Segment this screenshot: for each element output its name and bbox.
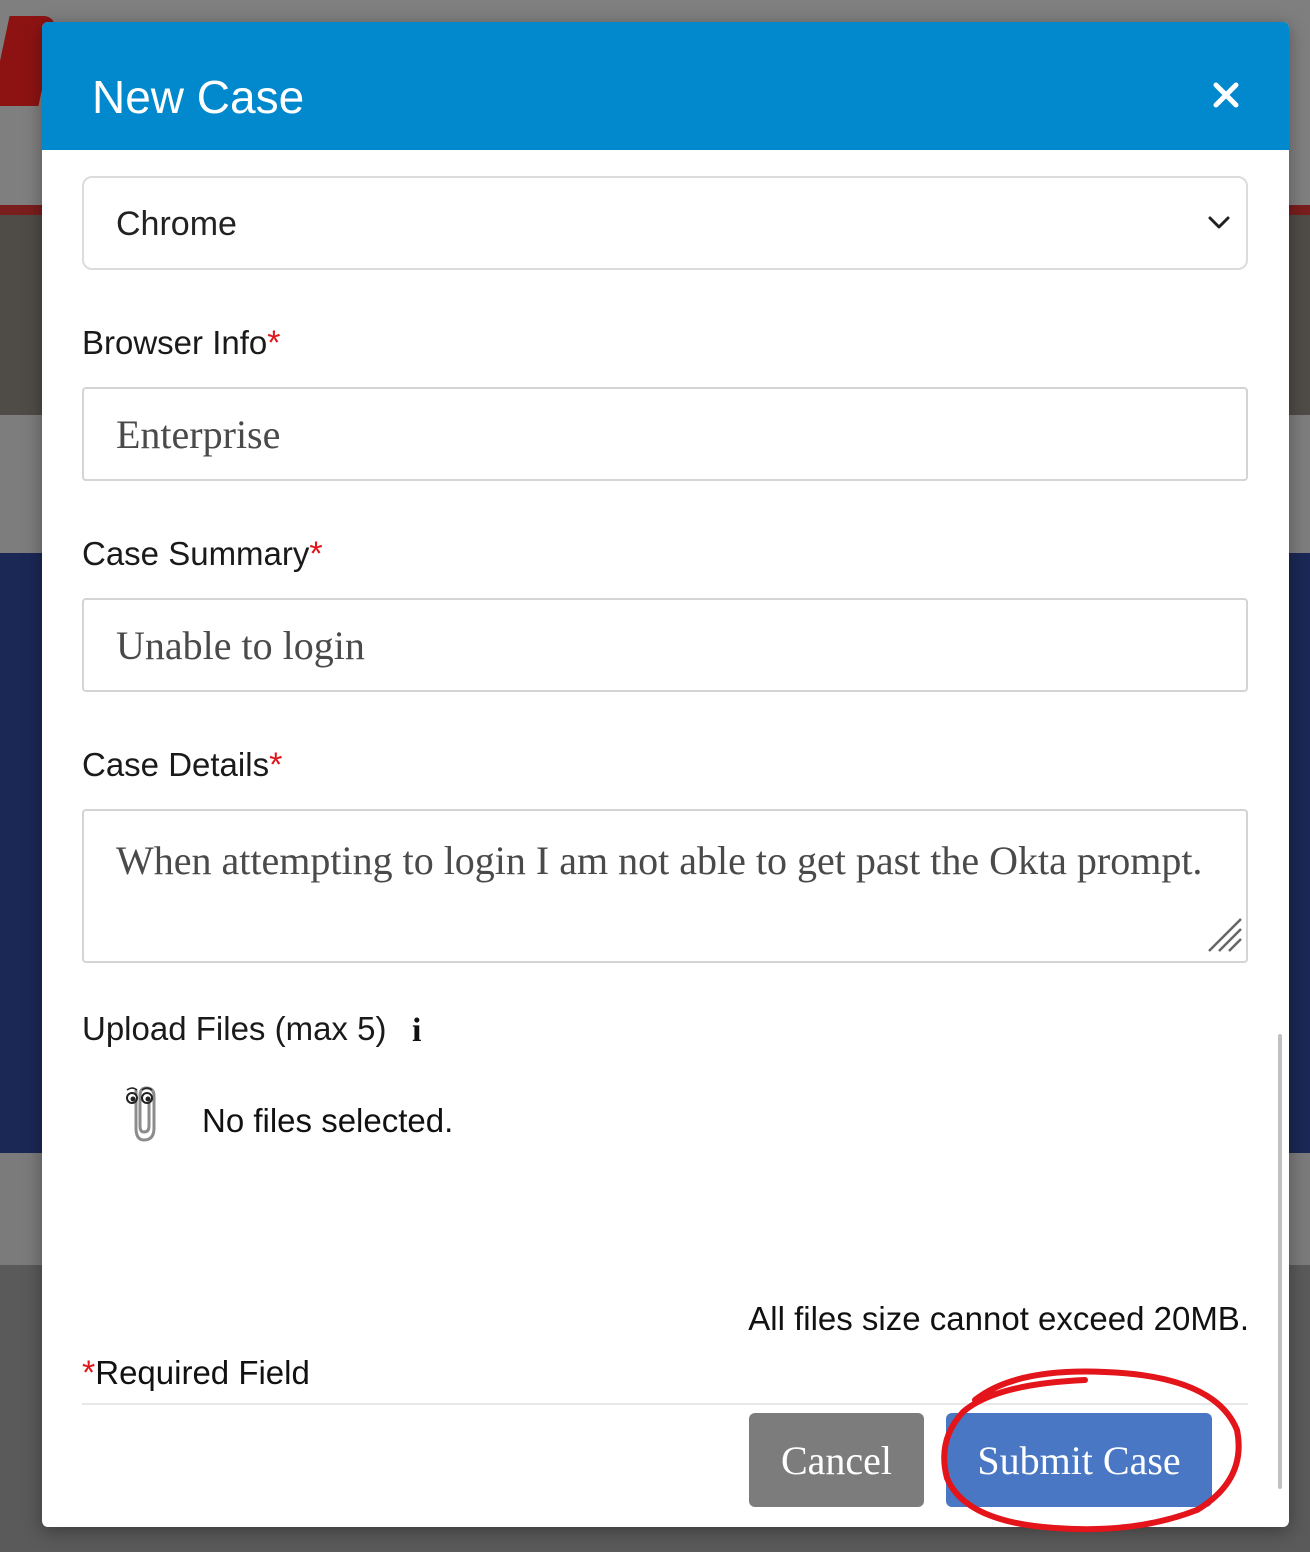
required-mark: * [267, 324, 281, 362]
browser-info-label-text: Browser Info [82, 324, 268, 361]
upload-files-label: Upload Files (max 5) [82, 1010, 387, 1047]
modal-header: New Case [42, 22, 1289, 150]
case-details-value: When attempting to login I am not able t… [116, 838, 1203, 883]
required-mark: * [269, 746, 283, 784]
case-summary-input[interactable]: Unable to login [82, 598, 1248, 692]
resize-handle-icon[interactable] [1205, 915, 1243, 958]
close-icon[interactable] [1211, 80, 1241, 110]
required-mark: * [82, 1354, 96, 1392]
paperclip-icon[interactable] [122, 1080, 166, 1151]
browser-select[interactable]: Chrome [82, 176, 1248, 270]
browser-info-value: Enterprise [116, 412, 281, 457]
case-summary-label: Case Summary* [82, 535, 323, 574]
upload-status: No files selected. [202, 1102, 454, 1139]
browser-info-label: Browser Info* [82, 324, 280, 363]
info-icon[interactable]: i [412, 1012, 421, 1050]
new-case-modal: New Case Chrome Browser Info* Enterprise… [42, 22, 1289, 1527]
chevron-down-icon [1206, 214, 1232, 237]
case-summary-value: Unable to login [116, 623, 365, 668]
browser-select-value: Chrome [116, 205, 237, 243]
cancel-button[interactable]: Cancel [749, 1413, 924, 1507]
file-size-note: All files size cannot exceed 20MB. [748, 1300, 1249, 1337]
annotation-circle [941, 1368, 1242, 1533]
case-details-textarea[interactable]: When attempting to login I am not able t… [82, 809, 1248, 963]
case-details-label-text: Case Details [82, 746, 270, 783]
scrollbar[interactable] [1278, 1034, 1282, 1489]
browser-info-input[interactable]: Enterprise [82, 387, 1248, 481]
modal-title: New Case [92, 71, 305, 123]
required-mark: * [309, 535, 323, 573]
required-field-note: *Required Field [82, 1354, 310, 1393]
case-details-label: Case Details* [82, 746, 282, 785]
case-summary-label-text: Case Summary [82, 535, 310, 572]
required-field-text: Required Field [95, 1354, 310, 1391]
